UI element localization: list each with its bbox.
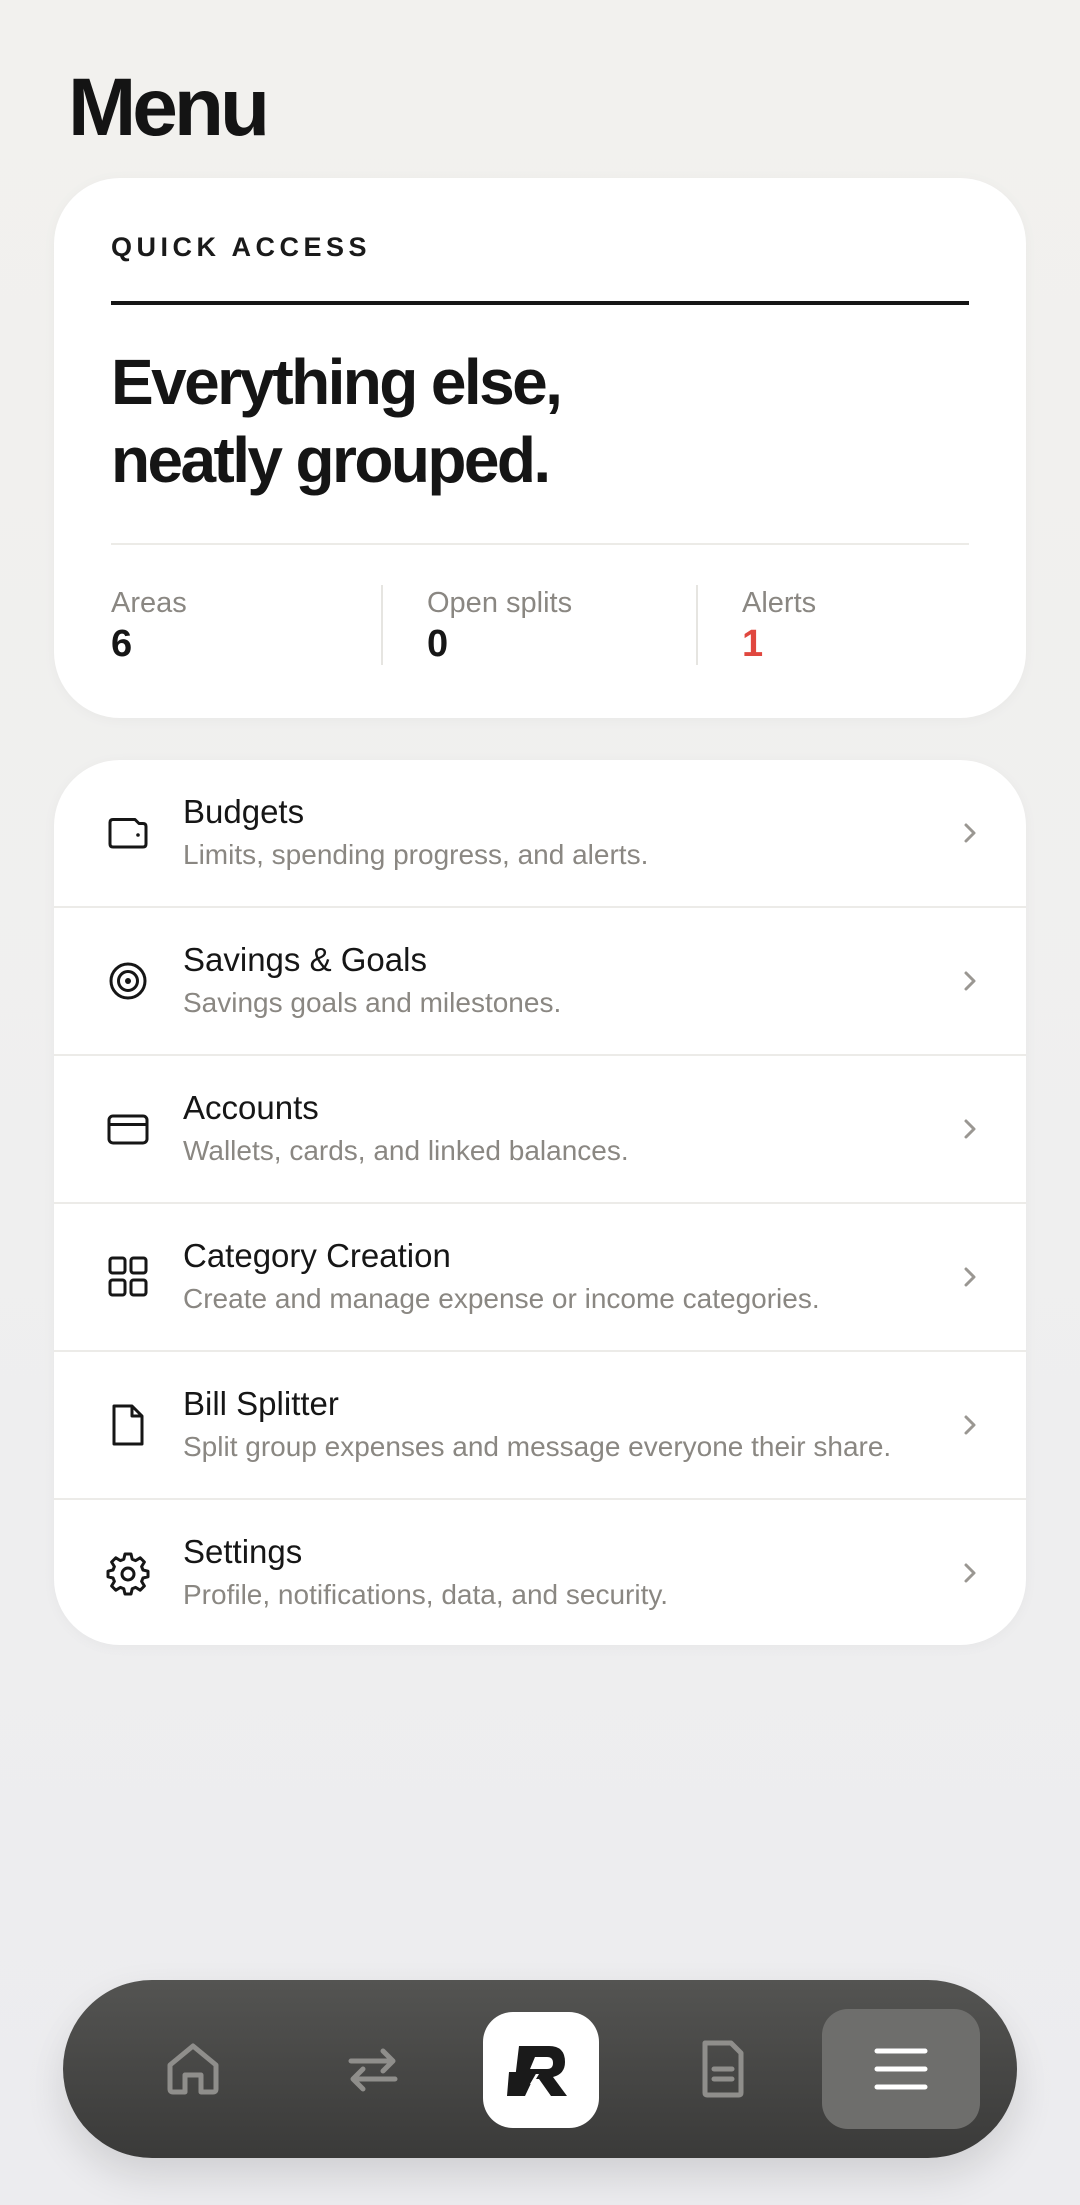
target-icon bbox=[104, 957, 152, 1005]
headline-line-1: Everything else, bbox=[111, 346, 563, 418]
quick-access-rule bbox=[111, 301, 969, 305]
menu-item-accounts[interactable]: Accounts Wallets, cards, and linked bala… bbox=[54, 1056, 1026, 1202]
menu-item-bill-splitter[interactable]: Bill Splitter Split group expenses and m… bbox=[54, 1352, 1026, 1498]
page-title: Menu bbox=[68, 62, 270, 153]
wallet-icon bbox=[104, 809, 152, 857]
menu-item-title: Savings & Goals bbox=[183, 941, 427, 978]
gear-icon bbox=[104, 1549, 152, 1597]
home-icon bbox=[167, 2043, 219, 2095]
grid-icon bbox=[104, 1253, 152, 1301]
stat-value: 6 bbox=[111, 623, 133, 665]
menu-item-subtitle: Wallets, cards, and linked balances. bbox=[183, 1135, 629, 1166]
menu-item-budgets[interactable]: Budgets Limits, spending progress, and a… bbox=[54, 760, 1026, 906]
chevron-right-icon bbox=[960, 1262, 980, 1292]
stat-alerts: Alerts 1 bbox=[742, 585, 1042, 665]
stat-label: Alerts bbox=[742, 587, 817, 619]
menu-item-subtitle: Split group expenses and message everyon… bbox=[183, 1431, 892, 1462]
stat-open-splits: Open splits 0 bbox=[427, 585, 727, 665]
receipt-icon bbox=[702, 2040, 744, 2098]
menu-item-settings[interactable]: Settings Profile, notifications, data, a… bbox=[54, 1500, 1026, 1645]
card-icon bbox=[104, 1105, 152, 1153]
chevron-right-icon bbox=[960, 1558, 980, 1588]
nav-menu-button[interactable] bbox=[822, 2009, 980, 2129]
menu-item-subtitle: Limits, spending progress, and alerts. bbox=[183, 839, 649, 870]
headline-line-2: neatly grouped. bbox=[111, 424, 551, 496]
menu-item-savings-goals[interactable]: Savings & Goals Savings goals and milest… bbox=[54, 908, 1026, 1054]
stat-label: Open splits bbox=[427, 587, 573, 619]
swap-arrows-icon bbox=[348, 2048, 398, 2092]
bottom-nav bbox=[63, 1980, 1017, 2158]
document-icon bbox=[104, 1401, 152, 1449]
stat-divider bbox=[696, 585, 698, 665]
menu-item-title: Category Creation bbox=[183, 1237, 451, 1274]
nav-home-button[interactable] bbox=[153, 2029, 233, 2109]
nav-transactions-button[interactable] bbox=[333, 2029, 413, 2109]
quick-access-divider bbox=[111, 543, 969, 545]
stat-value: 1 bbox=[742, 623, 764, 665]
menu-icon bbox=[874, 2048, 928, 2090]
nav-app-logo-button[interactable] bbox=[483, 2012, 599, 2128]
menu-item-title: Bill Splitter bbox=[183, 1385, 339, 1422]
menu-item-subtitle: Savings goals and milestones. bbox=[183, 987, 562, 1018]
chevron-right-icon bbox=[960, 966, 980, 996]
menu-item-subtitle: Create and manage expense or income cate… bbox=[183, 1283, 820, 1314]
chevron-right-icon bbox=[960, 818, 980, 848]
menu-item-title: Settings bbox=[183, 1533, 303, 1570]
quick-access-headline: Everything else, neatly grouped. bbox=[111, 343, 811, 499]
chevron-right-icon bbox=[960, 1410, 980, 1440]
stat-areas: Areas 6 bbox=[111, 585, 411, 665]
quick-access-label: QUICK ACCESS bbox=[111, 232, 372, 262]
quick-access-card: QUICK ACCESS Everything else, neatly gro… bbox=[54, 178, 1026, 718]
menu-list-card: Budgets Limits, spending progress, and a… bbox=[54, 760, 1026, 1645]
chevron-right-icon bbox=[960, 1114, 980, 1144]
nav-reports-button[interactable] bbox=[683, 2029, 763, 2109]
menu-item-category-creation[interactable]: Category Creation Create and manage expe… bbox=[54, 1204, 1026, 1350]
stat-divider bbox=[381, 585, 383, 665]
stat-label: Areas bbox=[111, 587, 187, 619]
app-logo-icon bbox=[507, 2046, 567, 2096]
menu-item-subtitle: Profile, notifications, data, and securi… bbox=[183, 1579, 669, 1610]
stat-value: 0 bbox=[427, 623, 449, 665]
menu-item-title: Accounts bbox=[183, 1089, 319, 1126]
menu-item-title: Budgets bbox=[183, 793, 305, 830]
